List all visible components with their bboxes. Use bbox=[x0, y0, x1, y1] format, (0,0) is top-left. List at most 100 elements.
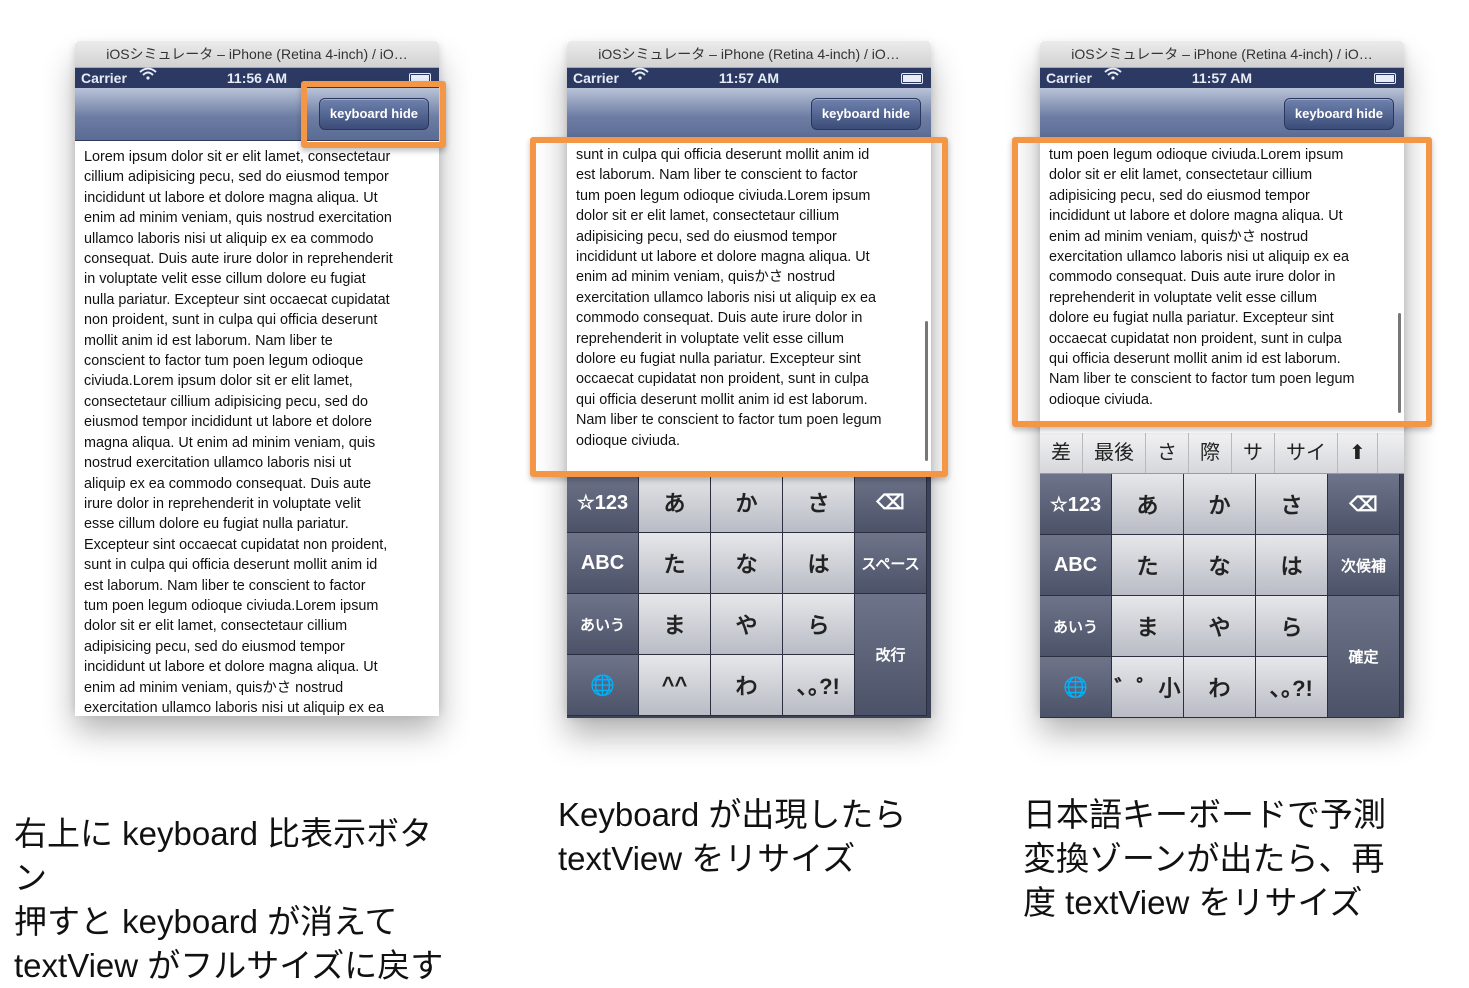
key[interactable]: スペース bbox=[855, 533, 927, 594]
caption-1: 右上に keyboard 比表示ボタン押すと keyboard が消えて text… bbox=[14, 812, 443, 988]
candidate-item[interactable]: さ bbox=[1146, 433, 1189, 473]
key[interactable]: ､｡?! bbox=[1256, 657, 1328, 718]
caption-line: Keyboard が出現したら bbox=[558, 796, 907, 833]
text-line: exercitation ullamco laboris nisi ut ali… bbox=[84, 699, 384, 716]
status-bar: Carrier 11:57 AM bbox=[1040, 67, 1404, 88]
caption-line: ン bbox=[14, 859, 47, 896]
text-line: irure dolor in reprehenderit in voluptat… bbox=[84, 495, 361, 512]
key[interactable]: た bbox=[1112, 535, 1184, 596]
caption-line: 度 textView をリサイズ bbox=[1023, 884, 1363, 921]
key[interactable]: た bbox=[639, 533, 711, 594]
text-line: dolor sit er elit lamet, consectetaur ci… bbox=[84, 618, 348, 635]
key[interactable]: わ bbox=[1184, 657, 1256, 718]
battery-icon bbox=[1374, 73, 1396, 84]
text-line: cillium adipisicing pecu, sed do eiusmod… bbox=[84, 169, 389, 186]
key[interactable]: あ bbox=[639, 472, 711, 533]
key[interactable]: わ bbox=[711, 655, 783, 716]
key[interactable]: や bbox=[1184, 596, 1256, 657]
text-line: est laborum. Nam liber te conscient to f… bbox=[84, 577, 366, 594]
keyboard: ☆123 あかさ ABC たなはあいうまやら 🌐 ^^ わ､｡?! ⌫ スペース 改行 bbox=[567, 472, 931, 718]
key[interactable]: ゛゜小 bbox=[1112, 657, 1184, 718]
caption-line: 日本語キーボードで予測 bbox=[1023, 796, 1386, 833]
window-title: iOSシミュレータ – iPhone (Retina 4-inch) / iO… bbox=[567, 41, 931, 68]
caption-line: 変換ゾーンが出たら、再 bbox=[1023, 840, 1385, 877]
window-title: iOSシミュレータ – iPhone (Retina 4-inch) / iO… bbox=[75, 41, 439, 68]
key[interactable]: ま bbox=[639, 594, 711, 655]
text-line: enim ad minim veniam, quisかさ nostrud bbox=[84, 679, 344, 696]
key[interactable]: ABC bbox=[567, 533, 639, 594]
text-line: sunt in culpa qui officia deserunt molli… bbox=[84, 557, 378, 574]
text-line: eiusmod tempor incididunt ut labore et d… bbox=[84, 414, 372, 431]
key[interactable]: か bbox=[1184, 474, 1256, 535]
candidate-bar: 差最後さ際ササイ ⬆ bbox=[1040, 433, 1404, 474]
caption-3: 日本語キーボードで予測 変換ゾーンが出たら、再度 textView をリサイズ bbox=[1023, 793, 1386, 925]
text-line: nulla pariatur. Excepteur sint occaecat … bbox=[84, 291, 390, 308]
highlight-box bbox=[1012, 137, 1432, 427]
text-view[interactable]: Lorem ipsum dolor sit er elit lamet, con… bbox=[75, 141, 439, 716]
key[interactable]: あいう bbox=[1040, 596, 1112, 657]
key[interactable]: ☆123 bbox=[1040, 474, 1112, 535]
key[interactable]: ら bbox=[783, 594, 855, 655]
candidate-item[interactable]: 差 bbox=[1040, 433, 1083, 473]
text-line: esse cillum dolore eu fugiat nulla paria… bbox=[84, 516, 349, 533]
key[interactable]: ABC bbox=[1040, 535, 1112, 596]
caption-line: textView をリサイズ bbox=[558, 840, 856, 877]
status-bar: Carrier 11:57 AM bbox=[567, 67, 931, 88]
delete-key-icon[interactable]: ⌫ bbox=[855, 472, 927, 533]
caption-line: textView がフルサイズに戻す bbox=[14, 947, 444, 984]
text-line: tum poen legum odioque civiuda.Lorem ips… bbox=[84, 597, 379, 614]
text-line: nostrud exercitation ullamco laboris nis… bbox=[84, 455, 352, 472]
globe-key-icon[interactable]: 🌐 bbox=[1040, 657, 1112, 718]
status-time: 11:57 AM bbox=[1191, 70, 1253, 86]
candidate-item[interactable]: 際 bbox=[1189, 433, 1232, 473]
key[interactable]: 改行 bbox=[855, 594, 927, 716]
key[interactable]: あいう bbox=[567, 594, 639, 655]
key[interactable]: や bbox=[711, 594, 783, 655]
key[interactable]: な bbox=[711, 533, 783, 594]
caption-2: Keyboard が出現したら textView をリサイズ bbox=[558, 793, 906, 881]
text-line: non proident, sunt in culpa qui officia … bbox=[84, 312, 378, 329]
expand-candidates-icon[interactable]: ⬆ bbox=[1338, 433, 1378, 473]
text-line: adipisicing pecu, sed do eiusmod tempor bbox=[84, 638, 345, 655]
navigation-bar: keyboard hide bbox=[567, 88, 931, 141]
keyboard-hide-button[interactable]: keyboard hide bbox=[1283, 98, 1394, 130]
candidate-item[interactable]: サイ bbox=[1275, 433, 1338, 473]
text-line: Excepteur sint occaecat cupidatat non pr… bbox=[84, 536, 388, 553]
globe-key-icon[interactable]: 🌐 bbox=[567, 655, 639, 716]
key[interactable]: は bbox=[1256, 535, 1328, 596]
text-line: incididunt ut labore et dolore magna ali… bbox=[84, 189, 378, 206]
key[interactable]: さ bbox=[783, 472, 855, 533]
key[interactable]: な bbox=[1184, 535, 1256, 596]
text-line: consectetaur cillium adipisicing pecu, s… bbox=[84, 393, 368, 410]
text-line: ullamco laboris nisi ut aliquip ex ea co… bbox=[84, 230, 374, 247]
text-line: enim ad minim veniam, quis nostrud exerc… bbox=[84, 210, 392, 227]
keyboard-hide-button[interactable]: keyboard hide bbox=[810, 98, 921, 130]
key[interactable]: ら bbox=[1256, 596, 1328, 657]
text-line: Lorem ipsum dolor sit er elit lamet, con… bbox=[84, 149, 391, 165]
key[interactable]: さ bbox=[1256, 474, 1328, 535]
key[interactable]: ､｡?! bbox=[783, 655, 855, 716]
key[interactable]: あ bbox=[1112, 474, 1184, 535]
key[interactable]: か bbox=[711, 472, 783, 533]
status-time: 11:57 AM bbox=[718, 70, 780, 86]
text-line: aliquip ex ea commodo consequat. Duis au… bbox=[84, 475, 372, 492]
text-line: civiuda.Lorem ipsum dolor sit er elit la… bbox=[84, 373, 353, 390]
caption-line: 右上に keyboard 比表示ボタ bbox=[14, 815, 433, 852]
key[interactable]: 次候補 bbox=[1328, 535, 1400, 596]
key[interactable]: ま bbox=[1112, 596, 1184, 657]
text-line: conscient to factor tum poen legum odioq… bbox=[84, 353, 364, 370]
key[interactable]: 確定 bbox=[1328, 596, 1400, 718]
text-line: consequat. Duis aute irure dolor in repr… bbox=[84, 251, 393, 268]
candidate-item[interactable]: 最後 bbox=[1083, 433, 1146, 473]
key[interactable]: は bbox=[783, 533, 855, 594]
key[interactable]: ^^ bbox=[639, 655, 711, 716]
key[interactable]: ☆123 bbox=[567, 472, 639, 533]
window-title: iOSシミュレータ – iPhone (Retina 4-inch) / iO… bbox=[1040, 41, 1404, 68]
delete-key-icon[interactable]: ⌫ bbox=[1328, 474, 1400, 535]
highlight-box bbox=[530, 137, 948, 477]
highlight-box bbox=[301, 81, 446, 148]
text-line: incididunt ut labore et dolore magna ali… bbox=[84, 659, 378, 676]
navigation-bar: keyboard hide bbox=[1040, 88, 1404, 141]
candidate-item[interactable]: サ bbox=[1232, 433, 1275, 473]
text-line: in voluptate velit esse cillum dolore eu… bbox=[84, 271, 366, 288]
